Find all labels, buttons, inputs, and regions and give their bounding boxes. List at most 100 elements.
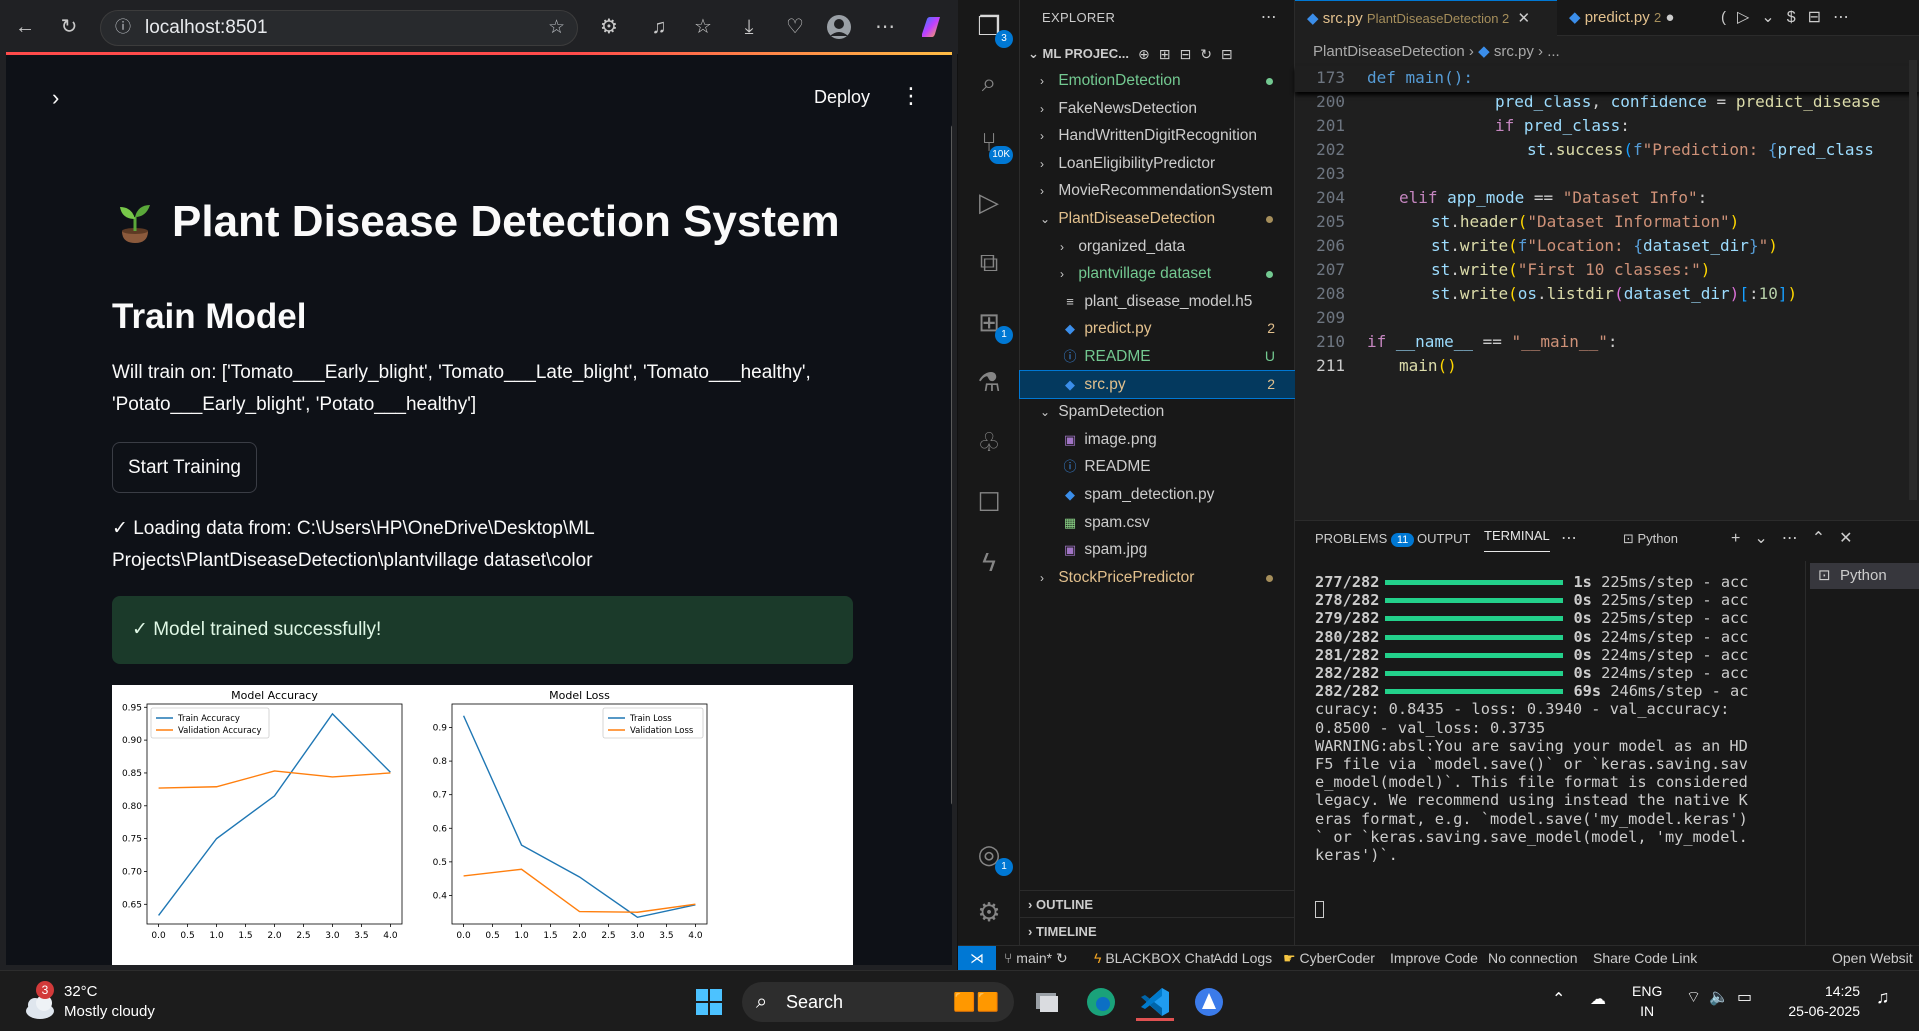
code-line[interactable]: 204 elif app_mode == "Dataset Info": (1295, 186, 1919, 210)
breadcrumb-file[interactable]: src.py (1494, 43, 1534, 60)
code-line[interactable]: 210 if __name__ == "__main__": (1295, 330, 1919, 354)
tab-output[interactable]: OUTPUT (1417, 521, 1470, 557)
tree-file[interactable]: ≡ plant_disease_model.h5 (1020, 288, 1295, 316)
status-open-website[interactable]: Open Websit (1832, 946, 1913, 971)
remote-indicator-icon[interactable]: ⋊ (958, 946, 996, 971)
code-line[interactable]: 207 st.write("First 10 classes:") (1295, 258, 1919, 282)
panel-actions[interactable]: +⌄⋯⌃✕ (1731, 521, 1867, 557)
settings-gear-icon[interactable]: ⚙ (971, 894, 1007, 930)
network-volume-battery-icons[interactable]: ⌔🔈▭ (1686, 987, 1760, 1007)
tree-file[interactable]: ▣ image.png (1020, 426, 1295, 454)
tree-folder[interactable]: › plantvillage dataset (1020, 260, 1295, 288)
onedrive-icon[interactable]: ☁ (1590, 989, 1606, 1009)
terminal-selector[interactable]: ⊡ Python (1623, 521, 1678, 557)
editor-scrollbar[interactable] (1909, 60, 1917, 500)
accounts-icon[interactable]: ◎ 1 (971, 836, 1013, 876)
run-debug-icon[interactable]: ▷ (971, 184, 1007, 220)
media-icon[interactable]: ♫ (646, 14, 672, 40)
status-add-logs[interactable]: Add Logs (1213, 946, 1272, 971)
tree-file[interactable]: ⓘ README (1020, 453, 1295, 481)
extensions-icon[interactable]: ⊞ 1 (971, 304, 1013, 344)
tree-icon[interactable]: ♧ (971, 424, 1007, 460)
edge-icon[interactable] (1082, 983, 1120, 1021)
breadcrumb-more[interactable]: ... (1547, 43, 1560, 60)
tree-folder[interactable]: › HandWrittenDigitRecognition (1020, 122, 1295, 150)
source-control-icon[interactable]: ⑂ 10K (971, 124, 1013, 164)
start-training-button[interactable]: Start Training (112, 442, 257, 493)
favorites-icon[interactable]: ☆ (690, 14, 716, 40)
start-button[interactable] (690, 983, 728, 1021)
outline-section[interactable]: › OUTLINE (1020, 890, 1295, 917)
code-line[interactable]: 206 st.write(f"Location: {dataset_dir}") (1295, 234, 1919, 258)
explorer-actions[interactable]: ⊕⊞⊟↻⊟ (1138, 42, 1242, 66)
tree-folder[interactable]: › organized_data (1020, 233, 1295, 261)
branch-indicator[interactable]: ⑂ main* ↻ (1004, 946, 1068, 971)
chat-icon[interactable]: ☐ (971, 484, 1007, 520)
health-icon[interactable]: ♡ (782, 14, 808, 40)
code-line[interactable]: 200 pred_class, confidence = predict_dise… (1295, 90, 1919, 114)
code-line[interactable]: 202 st.success(f"Prediction: {pred_class (1295, 138, 1919, 162)
tree-folder[interactable]: ⌄ PlantDiseaseDetection (1020, 205, 1295, 233)
code-line[interactable]: 205 st.header("Dataset Information") (1295, 210, 1919, 234)
close-icon[interactable]: ✕ (1517, 10, 1530, 27)
unsaved-dot-icon[interactable]: ● (1665, 9, 1674, 26)
panel-more-icon[interactable]: ⋯ (1561, 521, 1577, 557)
tree-file[interactable]: ◆ spam_detection.py (1020, 481, 1295, 509)
tree-file[interactable]: ◆ src.py 2 (1019, 369, 1296, 400)
reload-icon[interactable]: ↻ (56, 14, 82, 40)
profile-avatar[interactable] (826, 14, 852, 40)
vscode-taskbar-icon[interactable] (1136, 983, 1174, 1021)
taskbar-search[interactable]: ⌕ Search 🟧🟧 (742, 982, 1014, 1022)
site-info-icon[interactable]: ⓘ (115, 11, 131, 45)
timeline-section[interactable]: › TIMELINE (1020, 917, 1295, 944)
tree-folder[interactable]: › MovieRecommendationSystem (1020, 177, 1295, 205)
tree-folder[interactable]: ⌄ SpamDetection (1020, 398, 1295, 426)
status-share-code[interactable]: Share Code Link (1593, 946, 1697, 971)
clock[interactable]: 14:25 25-06-2025 (1750, 981, 1860, 1021)
weather-widget[interactable]: 3 32°C Mostly cloudy (22, 981, 182, 1025)
search-icon[interactable]: ⌕ (971, 64, 1007, 100)
app-menu-icon[interactable]: ⋮ (900, 83, 922, 109)
tree-folder[interactable]: › StockPricePredictor (1020, 564, 1295, 592)
tree-folder[interactable]: › LoanEligibilityPredictor (1020, 150, 1295, 178)
editor-actions[interactable]: ▷⌄$⊟⋯ (1725, 0, 1861, 36)
extensions-icon[interactable]: ⚙ (596, 14, 622, 40)
project-header[interactable]: ⌄ ML PROJEC... ⊕⊞⊟↻⊟ (1020, 42, 1295, 66)
code-line[interactable]: 201 if pred_class: (1295, 114, 1919, 138)
language-indicator[interactable]: ENG IN (1632, 981, 1662, 1021)
explorer-more-icon[interactable]: ⋯ (1261, 0, 1277, 36)
tree-folder[interactable]: › FakeNewsDetection (1020, 95, 1295, 123)
code-editor[interactable]: 199if st.button("Analyze"):200pred_class… (1295, 66, 1919, 378)
copilot-icon[interactable] (918, 14, 944, 40)
downloads-icon[interactable]: ⤓ (736, 14, 762, 40)
tab-src-py[interactable]: ◆ src.py PlantDiseaseDetection 2 ✕ (1295, 0, 1557, 36)
terminal-output[interactable]: 277/282 1s 225ms/step - acc 278/282 0s 225m… (1315, 573, 1755, 864)
terminal-list-item[interactable]: ⊡ Python (1810, 563, 1919, 589)
task-view-icon[interactable] (1028, 983, 1066, 1021)
app-icon[interactable] (1190, 983, 1228, 1021)
scrollbar[interactable] (951, 125, 952, 805)
deploy-button[interactable]: Deploy (814, 87, 870, 108)
code-line[interactable]: 208 st.write(os.listdir(dataset_dir)[:10]… (1295, 282, 1919, 306)
show-hidden-icons[interactable]: ⌃ (1552, 989, 1565, 1009)
bookmark-star-icon[interactable]: ☆ (548, 11, 565, 45)
tab-terminal[interactable]: TERMINAL (1484, 521, 1550, 552)
sidebar-expand-icon[interactable]: › (52, 85, 59, 111)
bolt-icon[interactable]: ϟ (971, 544, 1007, 580)
explorer-icon[interactable]: ❐ 3 (971, 8, 1013, 48)
status-cybercoder[interactable]: ☛ CyberCoder (1283, 946, 1375, 971)
tab-problems[interactable]: PROBLEMS 11 (1315, 521, 1415, 558)
tree-file[interactable]: ◆ predict.py 2 (1020, 315, 1295, 343)
back-icon[interactable]: ← (12, 14, 38, 40)
status-blackbox[interactable]: ϟ BLACKBOX Chat (1094, 946, 1214, 971)
more-menu-icon[interactable]: ⋯ (872, 14, 898, 40)
code-line[interactable]: 211 main() (1295, 354, 1919, 378)
tab-predict-py[interactable]: ◆ predict.py 2 ● (1557, 0, 1683, 36)
status-improve-code[interactable]: Improve Code (1390, 946, 1478, 971)
code-line[interactable]: 203 (1295, 162, 1919, 186)
tree-folder[interactable]: › EmotionDetection (1020, 67, 1295, 95)
remote-explorer-icon[interactable]: ⧉ (971, 244, 1007, 280)
notification-bell-icon[interactable]: ♫ (1876, 987, 1890, 1008)
tree-file[interactable]: ▦ spam.csv (1020, 509, 1295, 537)
status-no-connection[interactable]: No connection (1488, 946, 1578, 971)
